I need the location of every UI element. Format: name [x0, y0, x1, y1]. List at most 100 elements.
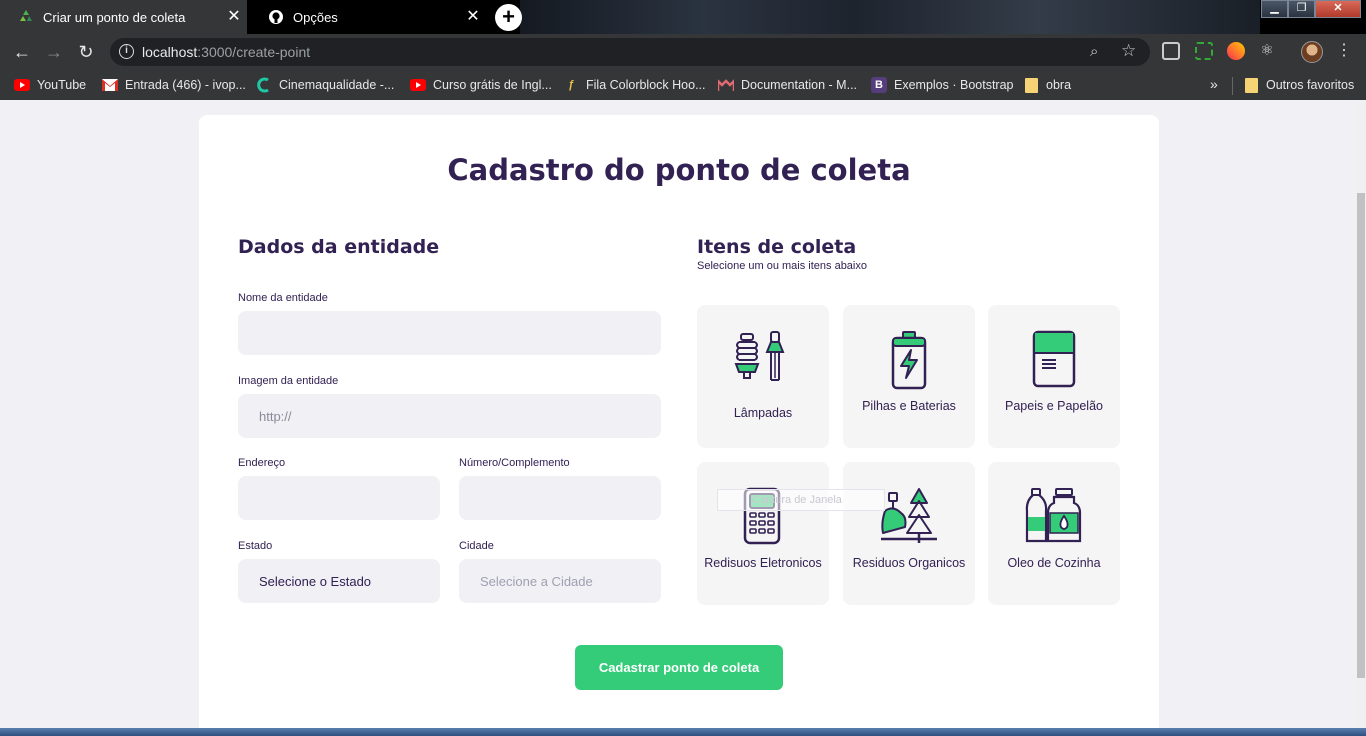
- react-devtools-icon[interactable]: ⚛: [1258, 42, 1276, 60]
- state-label: Estado: [238, 540, 273, 552]
- item-oil[interactable]: Oleo de Cozinha: [988, 462, 1120, 605]
- youtube-icon: [14, 77, 30, 93]
- oil-icon: [1025, 488, 1082, 543]
- info-icon[interactable]: i: [119, 44, 134, 59]
- item-lamps[interactable]: Lâmpadas: [697, 305, 829, 448]
- brand-icon: ƒ: [567, 79, 575, 91]
- browser-toolbar: ← → ↻ i localhost:3000/create-point ⌕ ☆ …: [0, 34, 1366, 70]
- bookmark-item[interactable]: B Exemplos · Bootstrap: [871, 77, 1014, 93]
- bookmark-label: Outros favoritos: [1266, 78, 1355, 92]
- minimize-button[interactable]: ▁: [1261, 0, 1288, 18]
- page-title: Cadastro do ponto de coleta: [447, 153, 911, 187]
- url-host: localhost: [142, 44, 198, 60]
- extension-color-icon[interactable]: [1227, 42, 1245, 60]
- item-organic[interactable]: Residuos Organicos: [843, 462, 975, 605]
- item-label: Papeis e Papelão: [1005, 399, 1103, 413]
- reload-icon[interactable]: ↻: [74, 40, 98, 64]
- item-electronics[interactable]: Redisuos Eletronicos: [697, 462, 829, 605]
- lamps-icon: [734, 331, 785, 381]
- city-label: Cidade: [459, 540, 494, 552]
- tab-create-point[interactable]: Criar um ponto de coleta ✕: [0, 0, 247, 34]
- entity-name-input[interactable]: [238, 311, 661, 355]
- url-path: :3000/create-point: [197, 44, 311, 60]
- bookmark-label: Documentation - M...: [741, 78, 858, 92]
- bookmark-folder[interactable]: obra: [1023, 77, 1071, 93]
- tab-title: Opções: [293, 9, 338, 25]
- tab-bar: Criar um ponto de coleta ✕ Opções ✕ + ▁ …: [0, 0, 1366, 34]
- items-section-subtitle: Selecione um ou mais itens abaixo: [697, 260, 867, 272]
- more-bookmarks-icon[interactable]: »: [1210, 76, 1218, 92]
- close-tab-icon[interactable]: ✕: [221, 0, 247, 34]
- url-text[interactable]: localhost:3000/create-point: [142, 44, 310, 60]
- window-background: [520, 0, 1260, 34]
- forward-icon[interactable]: →: [42, 40, 66, 64]
- bootstrap-icon: B: [871, 77, 887, 93]
- tab-options[interactable]: Opções ✕: [250, 0, 486, 34]
- bookmark-label: Curso grátis de Ingl...: [433, 78, 552, 92]
- bookmark-label: Fila Colorblock Hoo...: [586, 78, 706, 92]
- other-bookmarks-folder[interactable]: Outros favoritos: [1243, 77, 1354, 93]
- entity-section-title: Dados da entidade: [238, 236, 440, 258]
- item-batteries[interactable]: Pilhas e Baterias: [843, 305, 975, 448]
- item-label: Pilhas e Baterias: [862, 399, 956, 413]
- menu-icon[interactable]: ⋮: [1336, 42, 1352, 60]
- number-label: Número/Complemento: [459, 457, 570, 469]
- folder-icon: [1243, 77, 1259, 93]
- cinema-icon: [256, 77, 272, 93]
- bookmark-item[interactable]: Cinemaqualidade -...: [256, 77, 394, 93]
- address-label: Endereço: [238, 457, 286, 469]
- bookmark-item[interactable]: YouTube: [14, 77, 86, 93]
- bookmarks-bar: YouTube Entrada (466) - ivop... Cinemaqu…: [0, 70, 1366, 100]
- mui-icon: [718, 77, 734, 93]
- name-label: Nome da entidade: [238, 292, 328, 304]
- bookmark-label: Cinemaqualidade -...: [279, 78, 395, 92]
- bookmark-label: Entrada (466) - ivop...: [125, 78, 246, 92]
- folder-icon: [1023, 77, 1039, 93]
- number-input[interactable]: [459, 476, 661, 520]
- bookmarks-separator: [1232, 77, 1233, 95]
- recycle-icon: [17, 8, 35, 26]
- tab-title: Criar um ponto de coleta: [43, 9, 186, 25]
- item-paper[interactable]: Papeis e Papelão: [988, 305, 1120, 448]
- page-viewport: Cadastro do ponto de coleta Dados da ent…: [0, 103, 1356, 728]
- item-label: Redisuos Eletronicos: [704, 556, 822, 570]
- items-section-title: Itens de coleta: [697, 236, 857, 258]
- extension-screen-icon[interactable]: [1162, 42, 1180, 60]
- address-input[interactable]: [238, 476, 440, 520]
- bookmark-label: obra: [1046, 78, 1072, 92]
- address-bar[interactable]: i localhost:3000/create-point ⌕ ☆: [110, 38, 1150, 66]
- github-icon: [267, 8, 285, 26]
- bookmark-item[interactable]: Documentation - M...: [718, 77, 857, 93]
- new-tab-button[interactable]: +: [495, 4, 522, 31]
- youtube-icon: [410, 77, 426, 93]
- close-window-button[interactable]: ✕: [1315, 0, 1361, 18]
- star-icon[interactable]: ☆: [1121, 41, 1136, 61]
- close-tab-icon[interactable]: ✕: [460, 0, 486, 34]
- battery-icon: [891, 331, 927, 390]
- submit-button[interactable]: Cadastrar ponto de coleta: [575, 645, 783, 690]
- bookmark-label: YouTube: [37, 78, 87, 92]
- zoom-icon[interactable]: ⌕: [1090, 43, 1098, 60]
- entity-image-input[interactable]: http://: [238, 394, 661, 438]
- bookmark-item[interactable]: Entrada (466) - ivop...: [102, 77, 246, 93]
- back-icon[interactable]: ←: [10, 40, 34, 64]
- item-label: Lâmpadas: [733, 406, 793, 420]
- bookmark-label: Exemplos · Bootstrap: [894, 78, 1014, 92]
- image-label: Imagem da entidade: [238, 375, 339, 387]
- paper-icon: [1032, 330, 1076, 388]
- bookmark-item[interactable]: ƒ Fila Colorblock Hoo...: [563, 77, 706, 93]
- gmail-icon: [102, 77, 118, 93]
- window-capture-overlay: Captura de Janela: [717, 489, 885, 511]
- item-label: Oleo de Cozinha: [1007, 556, 1101, 570]
- extension-crop-icon[interactable]: [1195, 42, 1213, 60]
- maximize-button[interactable]: ❐: [1288, 0, 1315, 18]
- state-select[interactable]: Selecione o Estado: [238, 559, 440, 603]
- scrollbar-thumb[interactable]: [1357, 193, 1365, 678]
- item-label: Residuos Organicos: [852, 556, 966, 570]
- city-select[interactable]: Selecione a Cidade: [459, 559, 661, 603]
- organic-icon: [881, 488, 937, 543]
- create-point-form: Cadastro do ponto de coleta Dados da ent…: [199, 115, 1159, 728]
- profile-avatar[interactable]: [1301, 41, 1323, 63]
- bookmark-item[interactable]: Curso grátis de Ingl...: [410, 77, 552, 93]
- os-taskbar: [0, 728, 1366, 736]
